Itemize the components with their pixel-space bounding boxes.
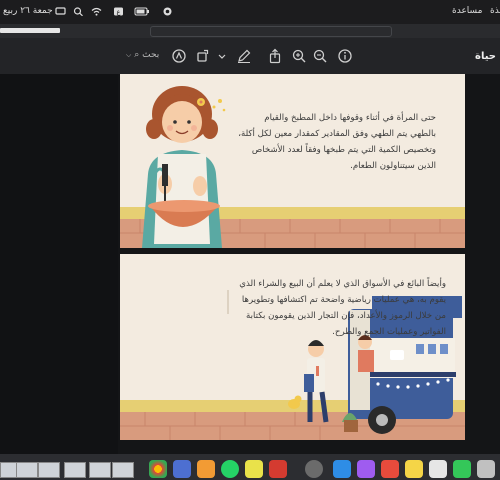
- rotate-icon[interactable]: [195, 48, 211, 64]
- dock-window-thumbnail[interactable]: [89, 462, 111, 478]
- calendar-icon[interactable]: [429, 460, 447, 478]
- share-icon[interactable]: [267, 48, 283, 64]
- pdf-page-1[interactable]: حتى المرأة في أثناء وقوفها داخل المطبخ و…: [120, 74, 465, 248]
- svg-text:ع: ع: [117, 8, 121, 16]
- chrome-icon[interactable]: [149, 460, 167, 478]
- stickies-icon[interactable]: [405, 460, 423, 478]
- menu-help[interactable]: مساعدة: [452, 6, 482, 16]
- menu-bar: جمعة ٢٦ ربيع ع مساعدة فذة: [0, 0, 500, 24]
- pdf-page-2[interactable]: وأيضاً البائع في الأسواق الذي لا يعلم أن…: [120, 254, 465, 440]
- background-window-toolbar: [150, 26, 392, 37]
- wifi-icon[interactable]: [91, 7, 102, 16]
- preview-icon[interactable]: [477, 460, 495, 478]
- markup-icon[interactable]: [171, 48, 187, 64]
- messages-icon[interactable]: [453, 460, 471, 478]
- battery-icon[interactable]: [134, 7, 150, 16]
- display-icon[interactable]: [55, 7, 66, 16]
- powerpoint-icon[interactable]: [269, 460, 287, 478]
- pages-icon[interactable]: [197, 460, 215, 478]
- dock-window-thumbnail[interactable]: [64, 462, 86, 478]
- zoom-out-icon[interactable]: [312, 48, 328, 64]
- notes-icon[interactable]: [245, 460, 263, 478]
- chevron-down-icon: ⌵: [126, 51, 132, 59]
- info-icon[interactable]: [337, 48, 353, 64]
- settings-icon[interactable]: [305, 460, 323, 478]
- app-store-icon[interactable]: [333, 460, 351, 478]
- podcasts-icon[interactable]: [357, 460, 375, 478]
- whatsapp-icon[interactable]: [221, 460, 239, 478]
- input-source-icon[interactable]: ع: [113, 7, 124, 16]
- page-1-text: حتى المرأة في أثناء وقوفها داخل المطبخ و…: [238, 113, 436, 171]
- chevron-down-icon[interactable]: [214, 48, 226, 64]
- sidebar: [0, 74, 118, 454]
- menubar-clock[interactable]: جمعة ٢٦ ربيع: [3, 6, 53, 16]
- search-icon[interactable]: [73, 7, 84, 16]
- dock-window-thumbnail[interactable]: [38, 462, 60, 478]
- preview-toolbar: ⌵ ⌕ بحث حياة: [0, 38, 500, 75]
- music-icon[interactable]: [381, 460, 399, 478]
- finder-icon[interactable]: [173, 460, 191, 478]
- active-tab-indicator[interactable]: [0, 28, 60, 33]
- tab-strip: [0, 24, 500, 39]
- dock: [0, 454, 500, 480]
- search-field[interactable]: ⌵ ⌕ بحث: [126, 50, 159, 60]
- search-label: بحث: [142, 50, 160, 60]
- pen-icon[interactable]: [236, 48, 252, 64]
- menu-window-cut[interactable]: فذة: [490, 6, 500, 16]
- dock-window-thumbnail[interactable]: [112, 462, 134, 478]
- window-title: حياة: [475, 51, 496, 62]
- control-center-icon[interactable]: [162, 7, 173, 16]
- dock-window-thumbnail[interactable]: [16, 462, 38, 478]
- search-icon: ⌕: [134, 50, 140, 60]
- zoom-in-icon[interactable]: [291, 48, 307, 64]
- page-2-text: وأيضاً البائع في الأسواق الذي لا يعلم أن…: [239, 279, 446, 337]
